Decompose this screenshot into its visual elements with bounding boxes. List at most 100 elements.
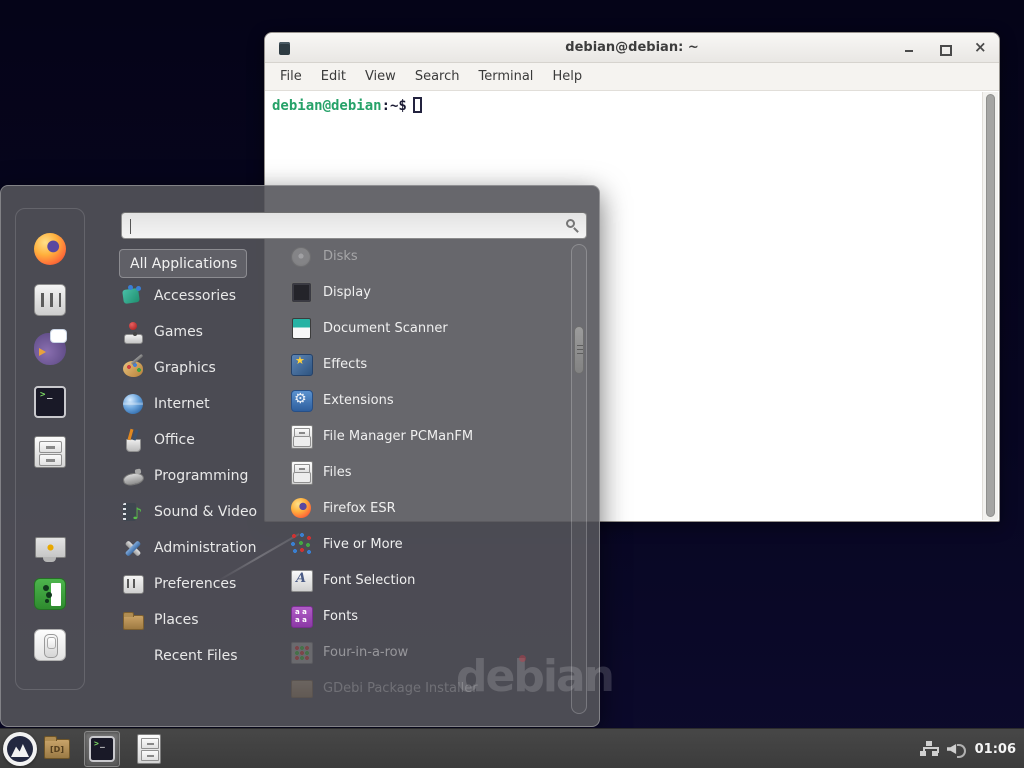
category-icon [121, 464, 145, 488]
prompt-path: :~$ [382, 98, 407, 114]
application-icon [289, 244, 313, 268]
application-icon [289, 388, 313, 412]
favorite-icon [34, 578, 66, 610]
favorite-icon [34, 386, 66, 418]
terminal-menu-item[interactable]: Edit [321, 69, 346, 84]
category-icon [121, 572, 145, 596]
desktop: { "colors": { "desktop_bg": "#07061f", "… [0, 0, 1024, 768]
favorite-launcher[interactable] [34, 629, 66, 661]
terminal-menubar: File Edit View Search Terminal Help [265, 63, 999, 91]
window-controls [904, 33, 985, 63]
category-item[interactable]: Internet [119, 386, 291, 422]
application-icon [289, 496, 313, 520]
application-item[interactable]: Four-in-a-row [289, 634, 570, 670]
category-label: Graphics [154, 360, 216, 376]
menu-button[interactable] [3, 732, 37, 766]
application-icon [289, 568, 313, 592]
category-icon [121, 320, 145, 344]
application-item[interactable]: Effects [289, 346, 570, 382]
terminal-menu-item[interactable]: Help [552, 69, 582, 84]
category-item[interactable]: Recent Files [119, 638, 291, 674]
menu-scrollbar-thumb[interactable] [574, 326, 584, 374]
application-item[interactable]: Files [289, 454, 570, 490]
application-label: Document Scanner [323, 321, 448, 336]
category-item[interactable]: Places [119, 602, 291, 638]
close-button[interactable] [974, 43, 985, 54]
category-icon [121, 500, 145, 524]
terminal-menu-item[interactable]: Search [415, 69, 460, 84]
category-label: Sound & Video [154, 504, 257, 520]
application-item[interactable]: Five or More [289, 526, 570, 562]
application-item[interactable]: GDebi Package Installer [289, 670, 570, 706]
favorite-icon [34, 233, 66, 265]
category-item[interactable]: Sound & Video [119, 494, 291, 530]
category-icon [121, 428, 145, 452]
category-icon [121, 536, 145, 560]
favorite-launcher[interactable] [34, 333, 66, 365]
category-label: Programming [154, 468, 248, 484]
favorite-icon [34, 436, 66, 468]
favorite-icon [34, 533, 66, 565]
terminal-menu-item[interactable]: Terminal [478, 69, 533, 84]
application-icon [289, 640, 313, 664]
category-item[interactable]: Preferences [119, 566, 291, 602]
application-icon [289, 280, 313, 304]
application-item[interactable]: File Manager PCManFM [289, 418, 570, 454]
terminal-titlebar[interactable]: debian@debian: ~ [265, 33, 999, 63]
application-item[interactable]: Display [289, 274, 570, 310]
category-label: Games [154, 324, 203, 340]
menu-scrollbar[interactable] [571, 244, 587, 714]
terminal-cursor [413, 97, 422, 113]
category-label: Places [154, 612, 199, 628]
favorites-column [15, 208, 85, 690]
favorite-launcher[interactable] [34, 436, 66, 468]
category-icon [121, 284, 145, 308]
category-item[interactable]: Programming [119, 458, 291, 494]
search-input[interactable] [130, 215, 560, 236]
application-item[interactable]: Disks [289, 238, 570, 274]
category-label: Administration [154, 540, 256, 556]
category-label: Recent Files [154, 648, 238, 664]
category-item[interactable]: Accessories [119, 278, 291, 314]
category-icon [121, 356, 145, 380]
terminal-scrollbar-thumb[interactable] [986, 94, 995, 517]
category-all-applications[interactable]: All Applications [119, 249, 247, 278]
application-item[interactable]: Extensions [289, 382, 570, 418]
terminal-menu-item[interactable]: File [280, 69, 302, 84]
category-item[interactable]: Office [119, 422, 291, 458]
application-item[interactable]: Fonts [289, 598, 570, 634]
application-label: Font Selection [323, 573, 415, 588]
menu-search-box[interactable] [121, 212, 587, 239]
application-list: Disks Display Document Scanner Effects E… [289, 238, 570, 706]
application-label: Fonts [323, 609, 358, 624]
application-icon [289, 424, 313, 448]
application-label: Firefox ESR [323, 501, 396, 516]
favorite-launcher[interactable] [34, 233, 66, 265]
application-icon [289, 676, 313, 700]
application-item[interactable]: Document Scanner [289, 310, 570, 346]
files-launcher-icon[interactable] [137, 734, 161, 764]
terminal-scrollbar[interactable] [982, 92, 998, 520]
category-item[interactable]: Games [119, 314, 291, 350]
prompt-user-host: debian@debian [272, 98, 382, 114]
terminal-menu-item[interactable]: View [365, 69, 396, 84]
terminal-icon [89, 736, 115, 762]
maximize-button[interactable] [939, 43, 950, 54]
category-list: Accessories Games Graphics Internet Offi… [119, 278, 291, 674]
volume-icon[interactable] [947, 741, 966, 757]
category-item[interactable]: Administration [119, 530, 291, 566]
favorite-launcher[interactable] [34, 533, 66, 565]
category-item[interactable]: Graphics [119, 350, 291, 386]
application-item[interactable]: Font Selection [289, 562, 570, 598]
favorite-launcher[interactable] [34, 386, 66, 418]
application-label: Display [323, 285, 371, 300]
application-label: Disks [323, 249, 358, 264]
network-icon[interactable] [920, 741, 938, 757]
file-manager-launcher-icon[interactable] [44, 739, 70, 759]
application-item[interactable]: Firefox ESR [289, 490, 570, 526]
terminal-task-button[interactable] [84, 731, 120, 767]
clock[interactable]: 01:06 [975, 742, 1016, 757]
minimize-button[interactable] [904, 43, 915, 54]
favorite-launcher[interactable] [34, 284, 66, 316]
favorite-launcher[interactable] [34, 578, 66, 610]
